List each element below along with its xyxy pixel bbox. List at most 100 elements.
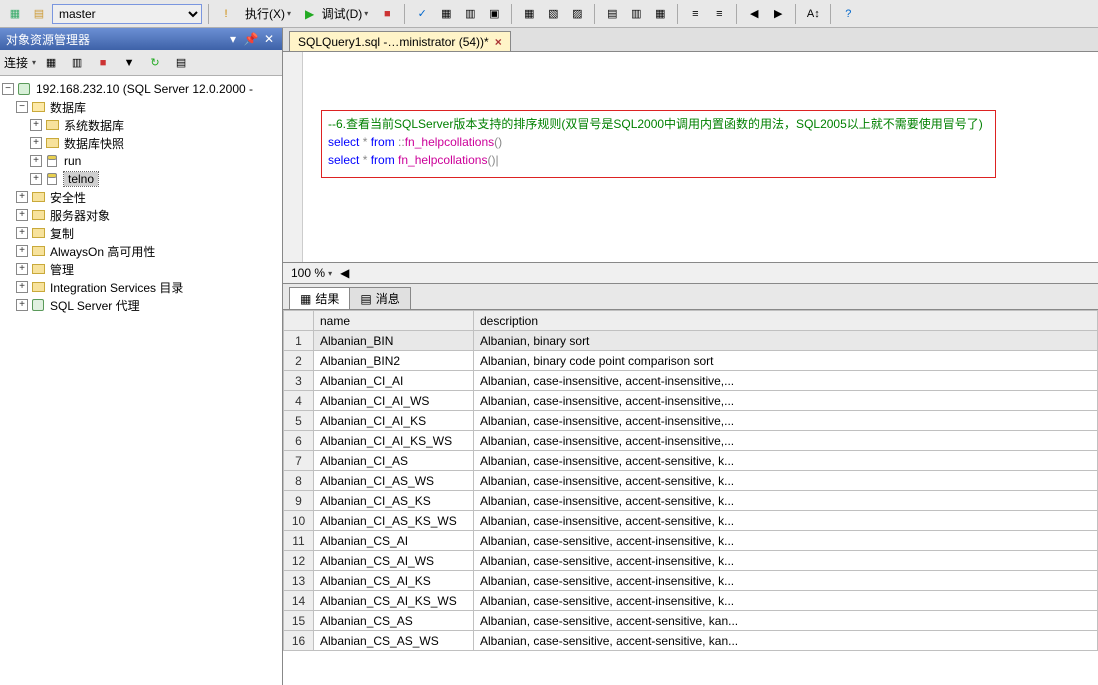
code-editor[interactable]: --6.查看当前SQLServer版本支持的排序规则(双冒号是SQL2000中调… bbox=[283, 52, 1098, 262]
tree-replication-node[interactable]: +复制 bbox=[2, 224, 280, 242]
intellisense-icon[interactable]: ▣ bbox=[483, 3, 505, 25]
cell-description: Albanian, case-insensitive, accent-insen… bbox=[474, 431, 1098, 451]
row-number: 10 bbox=[284, 511, 314, 531]
col-description[interactable]: description bbox=[474, 311, 1098, 331]
stop-icon[interactable]: ■ bbox=[376, 3, 398, 25]
object-tree[interactable]: −192.168.232.10 (SQL Server 12.0.2000 - … bbox=[0, 76, 282, 685]
panel-dropdown-icon[interactable]: ▾ bbox=[226, 32, 240, 46]
row-number: 2 bbox=[284, 351, 314, 371]
panel-close-icon[interactable]: ✕ bbox=[262, 32, 276, 46]
table-row[interactable]: 9Albanian_CI_AS_KSAlbanian, case-insensi… bbox=[284, 491, 1098, 511]
caution-icon[interactable]: ! bbox=[215, 3, 237, 25]
cell-name: Albanian_CI_AS_KS_WS bbox=[314, 511, 474, 531]
open-icon[interactable]: ▤ bbox=[28, 3, 50, 25]
tree-server-node[interactable]: −192.168.232.10 (SQL Server 12.0.2000 - bbox=[2, 80, 280, 98]
results-grid-icon[interactable]: ▤ bbox=[601, 3, 623, 25]
table-row[interactable]: 12Albanian_CS_AI_WSAlbanian, case-sensit… bbox=[284, 551, 1098, 571]
tree-db-run[interactable]: +run bbox=[2, 152, 280, 170]
parse-icon[interactable]: ✓ bbox=[411, 3, 433, 25]
panel-title-text: 对象资源管理器 bbox=[6, 31, 90, 48]
results-file-icon[interactable]: ▦ bbox=[649, 3, 671, 25]
tree-sqlagent-node[interactable]: +SQL Server 代理 bbox=[2, 296, 280, 314]
table-row[interactable]: 8Albanian_CI_AS_WSAlbanian, case-insensi… bbox=[284, 471, 1098, 491]
main-toolbar: ▦ ▤ master ! 执行(X)▾ ▶ 调试(D)▾ ■ ✓ ▦ ▥ ▣ ▦… bbox=[0, 0, 1098, 28]
table-row[interactable]: 10Albanian_CI_AS_KS_WSAlbanian, case-ins… bbox=[284, 511, 1098, 531]
table-row[interactable]: 11Albanian_CS_AIAlbanian, case-sensitive… bbox=[284, 531, 1098, 551]
zoom-scroll-left-icon[interactable]: ◀ bbox=[340, 266, 349, 280]
results-text-icon[interactable]: ▥ bbox=[625, 3, 647, 25]
connect-label[interactable]: 连接 bbox=[4, 54, 28, 71]
cell-name: Albanian_CS_AI_KS_WS bbox=[314, 591, 474, 611]
stop-icon[interactable]: ■ bbox=[92, 52, 114, 74]
row-number: 15 bbox=[284, 611, 314, 631]
editor-gutter bbox=[283, 52, 303, 262]
tree-iscatalog-node[interactable]: +Integration Services 目录 bbox=[2, 278, 280, 296]
table-row[interactable]: 7Albanian_CI_ASAlbanian, case-insensitiv… bbox=[284, 451, 1098, 471]
cell-description: Albanian, case-insensitive, accent-sensi… bbox=[474, 511, 1098, 531]
table-row[interactable]: 6Albanian_CI_AI_KS_WSAlbanian, case-inse… bbox=[284, 431, 1098, 451]
decrease-indent-icon[interactable]: ◀ bbox=[743, 3, 765, 25]
table-row[interactable]: 3Albanian_CI_AIAlbanian, case-insensitiv… bbox=[284, 371, 1098, 391]
row-number: 16 bbox=[284, 631, 314, 651]
tree-sysdb-node[interactable]: +系统数据库 bbox=[2, 116, 280, 134]
tree-databases-node[interactable]: −数据库 bbox=[2, 98, 280, 116]
cell-description: Albanian, case-sensitive, accent-insensi… bbox=[474, 571, 1098, 591]
zoom-value[interactable]: 100 % bbox=[291, 266, 325, 280]
disconnect-icon[interactable]: ▥ bbox=[66, 52, 88, 74]
table-row[interactable]: 13Albanian_CS_AI_KSAlbanian, case-sensit… bbox=[284, 571, 1098, 591]
database-selector[interactable]: master bbox=[52, 4, 202, 24]
debug-button[interactable]: ▶ 调试(D)▾ bbox=[299, 5, 374, 22]
cell-name: Albanian_BIN bbox=[314, 331, 474, 351]
table-row[interactable]: 4Albanian_CI_AI_WSAlbanian, case-insensi… bbox=[284, 391, 1098, 411]
zoom-dropdown-icon[interactable]: ▾ bbox=[328, 269, 332, 278]
grid-icon: ▦ bbox=[300, 292, 311, 306]
results-tab[interactable]: ▦结果 bbox=[289, 287, 350, 309]
editor-tab[interactable]: SQLQuery1.sql -…ministrator (54))* × bbox=[289, 31, 511, 51]
filter-icon[interactable]: ▼ bbox=[118, 52, 140, 74]
sqlcmd-icon[interactable]: ▨ bbox=[566, 3, 588, 25]
results-grid[interactable]: name description 1Albanian_BINAlbanian, … bbox=[283, 310, 1098, 685]
messages-tab[interactable]: ▤消息 bbox=[349, 287, 410, 309]
tree-serverobj-node[interactable]: +服务器对象 bbox=[2, 206, 280, 224]
cell-name: Albanian_CI_AS_KS bbox=[314, 491, 474, 511]
col-rownum[interactable] bbox=[284, 311, 314, 331]
table-row[interactable]: 1Albanian_BINAlbanian, binary sort bbox=[284, 331, 1098, 351]
tab-close-icon[interactable]: × bbox=[495, 35, 502, 49]
table-row[interactable]: 16Albanian_CS_AS_WSAlbanian, case-sensit… bbox=[284, 631, 1098, 651]
include-plan-icon[interactable]: ▦ bbox=[518, 3, 540, 25]
table-row[interactable]: 5Albanian_CI_AI_KSAlbanian, case-insensi… bbox=[284, 411, 1098, 431]
message-icon: ▤ bbox=[360, 292, 371, 306]
row-number: 7 bbox=[284, 451, 314, 471]
tree-alwayson-node[interactable]: +AlwaysOn 高可用性 bbox=[2, 242, 280, 260]
refresh-icon[interactable]: ↻ bbox=[144, 52, 166, 74]
row-number: 5 bbox=[284, 411, 314, 431]
col-name[interactable]: name bbox=[314, 311, 474, 331]
cell-description: Albanian, case-sensitive, accent-sensiti… bbox=[474, 611, 1098, 631]
table-row[interactable]: 14Albanian_CS_AI_KS_WSAlbanian, case-sen… bbox=[284, 591, 1098, 611]
tree-manage-node[interactable]: +管理 bbox=[2, 260, 280, 278]
cell-name: Albanian_CI_AS_WS bbox=[314, 471, 474, 491]
tree-security-node[interactable]: +安全性 bbox=[2, 188, 280, 206]
panel-header: 对象资源管理器 ▾ 📌 ✕ bbox=[0, 28, 282, 50]
execute-button[interactable]: 执行(X)▾ bbox=[239, 5, 297, 22]
comment-icon[interactable]: ≡ bbox=[684, 3, 706, 25]
uncomment-icon[interactable]: ≡ bbox=[708, 3, 730, 25]
include-stats-icon[interactable]: ▧ bbox=[542, 3, 564, 25]
report-icon[interactable]: ▤ bbox=[170, 52, 192, 74]
query-options-icon[interactable]: ▥ bbox=[459, 3, 481, 25]
increase-indent-icon[interactable]: ▶ bbox=[767, 3, 789, 25]
new-query-icon[interactable]: ▦ bbox=[4, 3, 26, 25]
tree-dbsnap-node[interactable]: +数据库快照 bbox=[2, 134, 280, 152]
table-row[interactable]: 2Albanian_BIN2Albanian, binary code poin… bbox=[284, 351, 1098, 371]
tree-db-telno[interactable]: +telno bbox=[2, 170, 280, 188]
results-tabs: ▦结果 ▤消息 bbox=[283, 284, 1098, 310]
specify-values-icon[interactable]: A↕ bbox=[802, 3, 824, 25]
cell-description: Albanian, case-sensitive, accent-insensi… bbox=[474, 591, 1098, 611]
estimated-plan-icon[interactable]: ▦ bbox=[435, 3, 457, 25]
row-number: 1 bbox=[284, 331, 314, 351]
editor-tabs: SQLQuery1.sql -…ministrator (54))* × bbox=[283, 28, 1098, 52]
panel-pin-icon[interactable]: 📌 bbox=[244, 32, 258, 46]
table-row[interactable]: 15Albanian_CS_ASAlbanian, case-sensitive… bbox=[284, 611, 1098, 631]
help-icon[interactable]: ? bbox=[837, 3, 859, 25]
connect-icon[interactable]: ▦ bbox=[40, 52, 62, 74]
